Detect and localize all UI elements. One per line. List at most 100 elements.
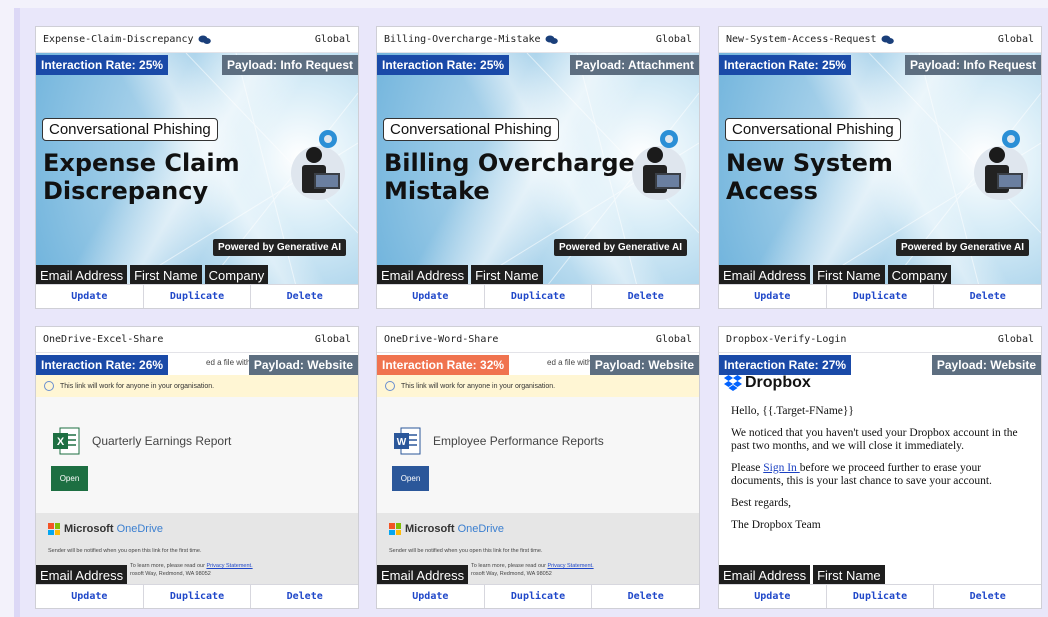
microsoft-onedrive-logo: Microsoft OneDrive xyxy=(389,523,504,535)
preview-area[interactable]: ed a file with you This link will work f… xyxy=(36,353,358,586)
merge-tags: Email Address xyxy=(377,565,469,586)
greeting: Hello, {{.Target-FName}} xyxy=(731,405,854,417)
shared-file: W Employee Performance Reports xyxy=(393,426,604,456)
scope-label: Global xyxy=(655,34,692,45)
sign-in-link: Sign In xyxy=(763,462,800,474)
preview-area[interactable]: Interaction Rate: 25% Payload: Info Requ… xyxy=(719,53,1041,286)
card-actions: Update Duplicate Delete xyxy=(719,584,1041,608)
merge-tags: Email Address First Name Company xyxy=(36,265,269,286)
delete-button[interactable]: Delete xyxy=(934,285,1041,308)
address-note: rosoft Way, Redmond, WA 98052 xyxy=(130,571,211,577)
onedrive-email-preview: ed a file with you This link will work f… xyxy=(377,353,699,586)
template-card: Billing-Overcharge-Mistake Global Intera… xyxy=(376,26,700,309)
preview-area[interactable]: ed a file with you This link will work f… xyxy=(377,353,699,586)
update-button[interactable]: Update xyxy=(36,285,144,308)
merge-tags: Email Address First Name xyxy=(377,265,543,286)
delete-button[interactable]: Delete xyxy=(592,285,699,308)
template-card: New-System-Access-Request Global Interac… xyxy=(718,26,1042,309)
svg-text:W: W xyxy=(397,437,407,448)
card-actions: Update Duplicate Delete xyxy=(377,284,699,308)
headline: Expense Claim Discrepancy xyxy=(43,149,240,205)
preview-area[interactable]: Interaction Rate: 25% Payload: Attachmen… xyxy=(377,53,699,286)
card-actions: Update Duplicate Delete xyxy=(719,284,1041,308)
duplicate-button[interactable]: Duplicate xyxy=(485,585,593,608)
powered-by-badge: Powered by Generative AI xyxy=(212,239,346,256)
template-card: OneDrive-Excel-Share Global ed a file wi… xyxy=(35,326,359,609)
scope-label: Global xyxy=(655,334,692,345)
card-header: OneDrive-Excel-Share Global xyxy=(36,327,358,353)
shared-file: X Quarterly Earnings Report xyxy=(52,426,231,456)
hero-banner: Interaction Rate: 25% Payload: Info Requ… xyxy=(36,53,358,286)
email-body: Hello, {{.Target-FName}} We noticed that… xyxy=(731,405,1036,541)
ai-robot-icon xyxy=(291,130,345,200)
scope-label: Global xyxy=(997,334,1034,345)
tag-email-address: Email Address xyxy=(377,265,469,286)
update-button[interactable]: Update xyxy=(36,585,144,608)
template-card: OneDrive-Word-Share Global ed a file wit… xyxy=(376,326,700,609)
onedrive-email-preview: ed a file with you This link will work f… xyxy=(36,353,358,586)
signature: The Dropbox Team xyxy=(731,519,821,531)
scope-label: Global xyxy=(997,34,1034,45)
sender-note: Sender will be notified when you open th… xyxy=(389,548,543,554)
card-header: Dropbox-Verify-Login Global xyxy=(719,327,1041,353)
duplicate-button[interactable]: Duplicate xyxy=(485,285,593,308)
conversational-badge: Conversational Phishing xyxy=(42,118,218,141)
duplicate-button[interactable]: Duplicate xyxy=(827,285,935,308)
update-button[interactable]: Update xyxy=(719,285,827,308)
preview-area[interactable]: Dropbox Hello, {{.Target-FName}} We noti… xyxy=(719,353,1041,586)
tag-company: Company xyxy=(204,265,269,286)
duplicate-button[interactable]: Duplicate xyxy=(144,285,252,308)
delete-button[interactable]: Delete xyxy=(934,585,1041,608)
interaction-rate-badge: Interaction Rate: 25% xyxy=(377,55,510,75)
closing: Best regards, xyxy=(731,497,792,509)
ai-robot-icon xyxy=(974,130,1028,200)
scope-label: Global xyxy=(314,34,351,45)
open-button: Open xyxy=(51,466,88,491)
link-notice: This link will work for anyone in your o… xyxy=(377,375,699,397)
powered-by-badge: Powered by Generative AI xyxy=(895,239,1029,256)
privacy-note: To learn more, please read our Privacy S… xyxy=(471,563,594,569)
tag-email-address: Email Address xyxy=(36,565,128,586)
tag-email-address: Email Address xyxy=(377,565,469,586)
hero-banner: Interaction Rate: 25% Payload: Info Requ… xyxy=(719,53,1041,286)
card-title: Dropbox-Verify-Login xyxy=(726,334,847,345)
card-title: OneDrive-Word-Share xyxy=(384,334,499,345)
card-actions: Update Duplicate Delete xyxy=(377,584,699,608)
address-note: rosoft Way, Redmond, WA 98052 xyxy=(471,571,552,577)
card-header: Expense-Claim-Discrepancy Global xyxy=(36,27,358,53)
dropbox-icon xyxy=(724,375,742,391)
interaction-rate-badge: Interaction Rate: 27% xyxy=(719,355,852,375)
scope-label: Global xyxy=(314,334,351,345)
headline: Billing Overcharge Mistake xyxy=(384,149,635,205)
duplicate-button[interactable]: Duplicate xyxy=(827,585,935,608)
ai-robot-icon xyxy=(632,130,686,200)
tag-first-name: First Name xyxy=(813,265,885,286)
info-icon xyxy=(44,381,54,391)
tag-first-name: First Name xyxy=(813,565,885,586)
update-button[interactable]: Update xyxy=(377,285,485,308)
delete-button[interactable]: Delete xyxy=(251,585,358,608)
update-button[interactable]: Update xyxy=(719,585,827,608)
tag-company: Company xyxy=(887,265,952,286)
duplicate-button[interactable]: Duplicate xyxy=(144,585,252,608)
interaction-rate-badge: Interaction Rate: 26% xyxy=(36,355,169,375)
preview-area[interactable]: Interaction Rate: 25% Payload: Info Requ… xyxy=(36,53,358,286)
info-icon xyxy=(385,381,395,391)
paragraph: Please Sign In before we proceed further… xyxy=(731,462,992,487)
hero-banner: Interaction Rate: 25% Payload: Attachmen… xyxy=(377,53,699,286)
dropbox-email-preview: Dropbox Hello, {{.Target-FName}} We noti… xyxy=(719,353,1041,586)
delete-button[interactable]: Delete xyxy=(251,285,358,308)
file-name: Employee Performance Reports xyxy=(433,434,604,448)
card-header: Billing-Overcharge-Mistake Global xyxy=(377,27,699,53)
interaction-rate-badge: Interaction Rate: 25% xyxy=(36,55,169,75)
chat-bubbles-icon xyxy=(198,35,211,44)
payload-badge: Payload: Website xyxy=(248,355,358,375)
microsoft-logo-icon xyxy=(48,523,60,535)
update-button[interactable]: Update xyxy=(377,585,485,608)
card-title: OneDrive-Excel-Share xyxy=(43,334,164,345)
tag-first-name: First Name xyxy=(130,265,202,286)
conversational-badge: Conversational Phishing xyxy=(725,118,901,141)
delete-button[interactable]: Delete xyxy=(592,585,699,608)
sender-note: Sender will be notified when you open th… xyxy=(48,548,202,554)
tag-first-name: First Name xyxy=(471,265,543,286)
